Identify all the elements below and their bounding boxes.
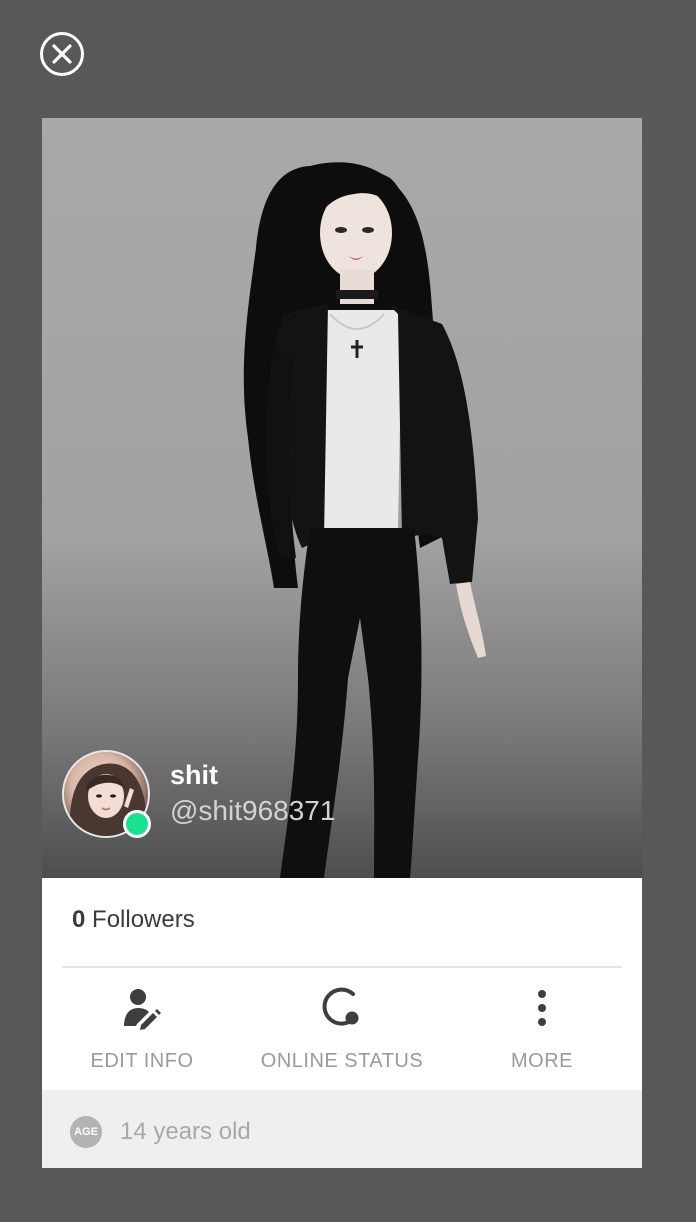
edit-person-icon	[124, 989, 161, 1030]
followers-stat[interactable]: 0 Followers	[72, 906, 195, 934]
more-vertical-icon	[538, 990, 546, 1026]
avatar-hero: shit @shit968371	[42, 118, 642, 878]
profile-card: shit @shit968371 0 Followers EDIT INFO O…	[42, 118, 642, 1168]
online-status-icon	[322, 987, 359, 1026]
more-button[interactable]: MORE	[442, 986, 642, 1086]
username: @shit968371	[170, 795, 336, 826]
age-row: AGE 14 years old	[42, 1090, 642, 1168]
more-label: MORE	[511, 1050, 573, 1072]
edit-info-button[interactable]: EDIT INFO	[42, 986, 242, 1086]
online-indicator	[123, 810, 151, 838]
followers-label: Followers	[92, 906, 195, 933]
age-badge: AGE	[70, 1116, 102, 1148]
age-text: 14 years old	[120, 1118, 251, 1145]
display-name: shit	[170, 760, 219, 790]
edit-info-label: EDIT INFO	[90, 1050, 194, 1072]
online-status-label: ONLINE STATUS	[260, 1050, 424, 1072]
followers-count: 0	[72, 906, 86, 933]
divider	[62, 966, 622, 968]
close-button[interactable]	[39, 31, 85, 77]
online-status-button[interactable]: ONLINE STATUS	[242, 986, 442, 1086]
close-icon	[40, 32, 84, 76]
